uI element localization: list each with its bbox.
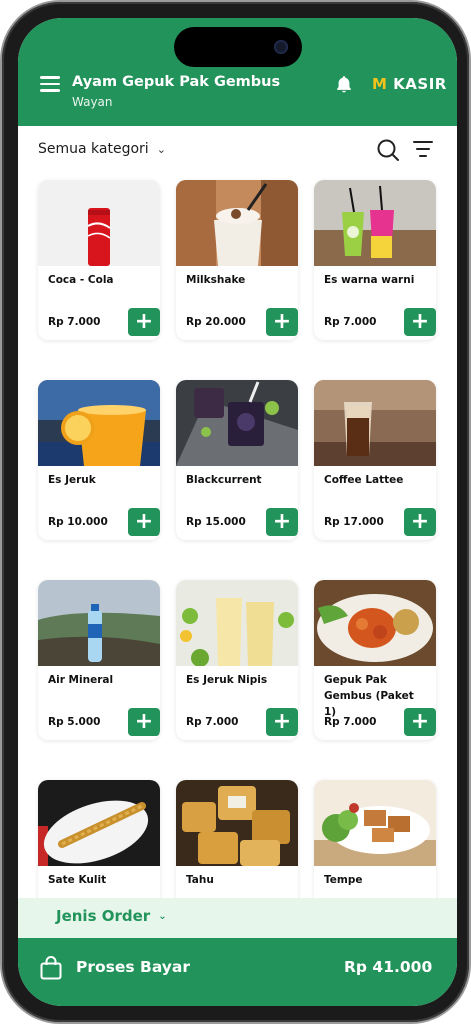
product-price: Rp 17.000 [324, 516, 384, 528]
product-image [314, 780, 436, 866]
product-card[interactable]: Es warna warni Rp 7.000 + [314, 180, 436, 340]
product-image [314, 580, 436, 666]
product-name: Coffee Lattee [324, 474, 404, 486]
bell-icon[interactable] [334, 74, 354, 94]
add-button[interactable]: + [266, 308, 298, 336]
add-button[interactable]: + [404, 308, 436, 336]
filter-icon[interactable] [413, 140, 433, 158]
product-price: Rp 10.000 [48, 516, 108, 528]
add-button[interactable]: + [128, 308, 160, 336]
chevron-right-icon: › [426, 958, 433, 977]
search-icon[interactable] [376, 138, 400, 162]
chevron-down-icon: ⌄ [156, 142, 166, 156]
add-button[interactable]: + [128, 708, 160, 736]
product-price: Rp 7.000 [324, 716, 377, 728]
toolbar: Semua kategori ⌄ [18, 126, 457, 176]
brand-name: KASIR [393, 75, 447, 93]
product-image [314, 380, 436, 466]
brand-prefix: M [372, 75, 388, 93]
camera-icon [274, 40, 288, 54]
product-image [38, 180, 160, 266]
product-price: Rp 7.000 [48, 316, 101, 328]
product-name: Air Mineral [48, 674, 114, 686]
product-price: Rp 15.000 [186, 516, 246, 528]
brand-logo: M KASIR [372, 75, 447, 93]
add-button[interactable]: + [266, 708, 298, 736]
product-name: Sate Kulit [48, 874, 107, 886]
product-name: Es Jeruk Nipis [186, 674, 268, 686]
product-card[interactable]: Blackcurrent Rp 15.000 + [176, 380, 298, 540]
product-name: Blackcurrent [186, 474, 262, 486]
add-button[interactable]: + [404, 508, 436, 536]
phone-frame: Ayam Gepuk Pak Gembus Wayan M KASIR Semu… [2, 2, 469, 1022]
product-price: Rp 20.000 [186, 316, 246, 328]
product-image [314, 180, 436, 266]
product-image [38, 580, 160, 666]
product-name: Tempe [324, 874, 363, 886]
add-button[interactable]: + [266, 508, 298, 536]
dynamic-island [174, 27, 302, 67]
product-image [176, 380, 298, 466]
checkout-button[interactable]: Proses Bayar Rp 41.000 › [18, 938, 457, 1006]
product-card[interactable]: Coca - Cola Rp 7.000 + [38, 180, 160, 340]
order-total: Rp 41.000 [344, 958, 433, 976]
product-name: Milkshake [186, 274, 246, 286]
category-label: Semua kategori [38, 141, 149, 157]
add-button[interactable]: + [404, 708, 436, 736]
store-name: Ayam Gepuk Pak Gembus [72, 74, 281, 90]
product-card[interactable]: Milkshake Rp 20.000 + [176, 180, 298, 340]
product-image [176, 180, 298, 266]
category-dropdown[interactable]: Semua kategori ⌄ [38, 141, 166, 157]
product-image [38, 780, 160, 866]
order-type-label: Jenis Order [56, 907, 151, 925]
order-type-dropdown[interactable]: Jenis Order ⌄ [56, 907, 167, 925]
product-price: Rp 5.000 [48, 716, 101, 728]
chevron-down-icon: ⌄ [158, 910, 167, 922]
cashier-name: Wayan [72, 95, 113, 109]
product-name: Coca - Cola [48, 274, 114, 286]
product-image [38, 380, 160, 466]
product-name: Tahu [186, 874, 214, 886]
product-name: Es warna warni [324, 274, 415, 286]
add-button[interactable]: + [128, 508, 160, 536]
product-price: Rp 7.000 [324, 316, 377, 328]
order-type-bar[interactable]: Jenis Order ⌄ [18, 898, 457, 938]
product-card[interactable]: Es Jeruk Rp 10.000 + [38, 380, 160, 540]
shopping-bag-icon [40, 956, 62, 980]
product-image [176, 580, 298, 666]
checkout-label: Proses Bayar [76, 958, 191, 976]
product-card[interactable]: Air Mineral Rp 5.000 + [38, 580, 160, 740]
product-price: Rp 7.000 [186, 716, 239, 728]
product-card[interactable]: Es Jeruk Nipis Rp 7.000 + [176, 580, 298, 740]
product-image [176, 780, 298, 866]
menu-icon[interactable] [40, 76, 60, 92]
product-name: Es Jeruk [48, 474, 96, 486]
product-card[interactable]: Coffee Lattee Rp 17.000 + [314, 380, 436, 540]
app-screen: Ayam Gepuk Pak Gembus Wayan M KASIR Semu… [18, 18, 457, 1006]
product-card[interactable]: Gepuk Pak Gembus (Paket 1) Rp 7.000 + [314, 580, 436, 740]
